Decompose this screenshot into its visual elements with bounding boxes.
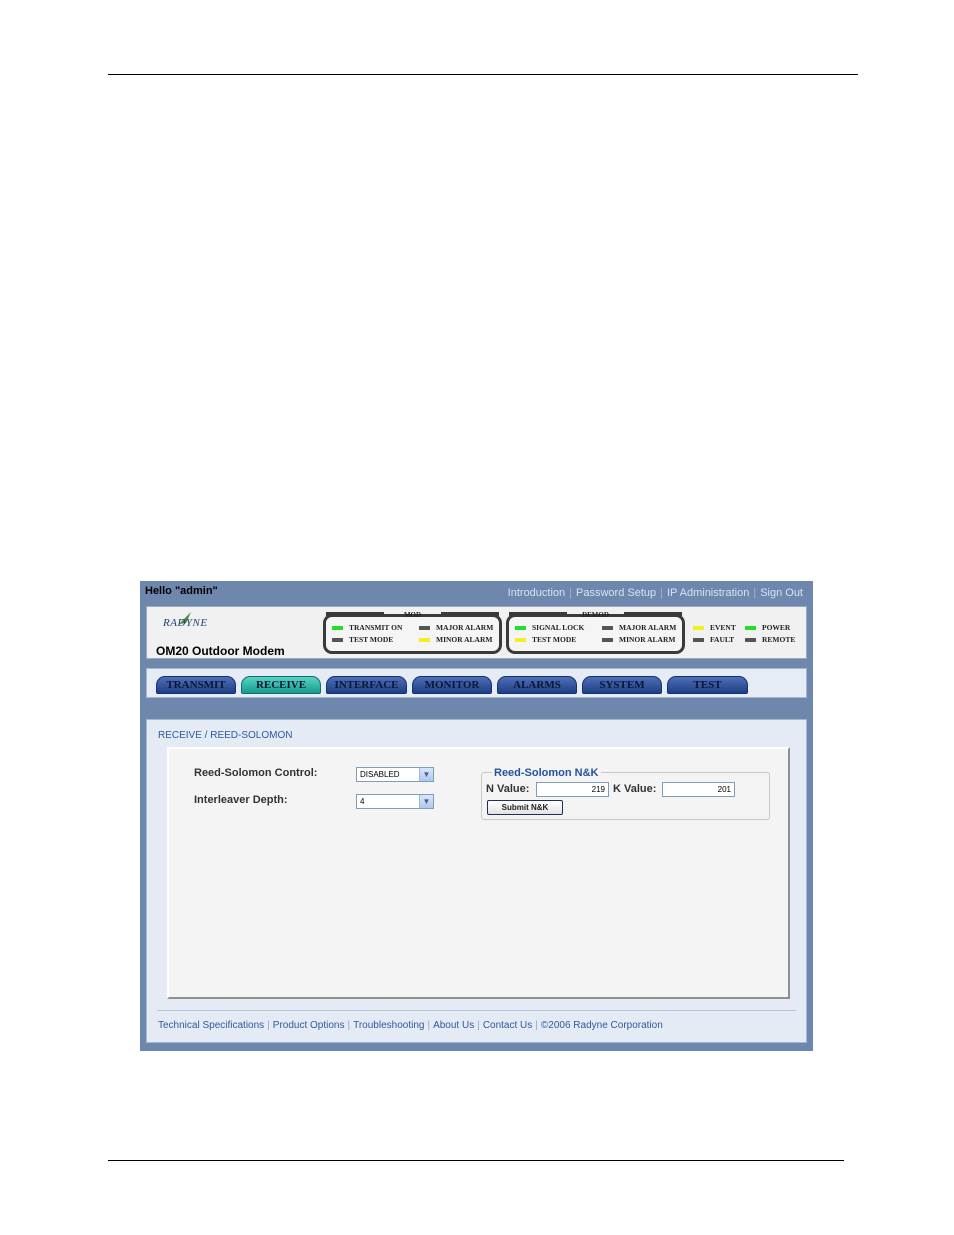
link-introduction[interactable]: Introduction <box>508 587 565 599</box>
tab-system[interactable]: SYSTEM <box>582 676 662 694</box>
led-label: REMOTE <box>762 635 796 644</box>
footer-link-technical-specifications[interactable]: Technical Specifications <box>158 1020 264 1031</box>
k-value-input[interactable]: 201 <box>662 782 735 797</box>
rs-control-value: DISABLED <box>360 770 400 779</box>
link-separator: | <box>267 1020 270 1031</box>
footer-link-about-us[interactable]: About Us <box>433 1020 474 1031</box>
rs-control-label: Reed-Solomon Control: <box>194 767 318 779</box>
footer-links: Technical Specifications | Product Options… <box>158 1020 663 1031</box>
reed-solomon-panel: Reed-Solomon Control: DISABLED ▼ Interle… <box>167 747 790 999</box>
tab-test[interactable]: TEST <box>667 676 748 694</box>
status-header: RADYNE OM20 Outdoor Modem MOD TRANSMIT O… <box>146 606 807 659</box>
breadcrumb: RECEIVE / REED-SOLOMON <box>158 730 293 741</box>
rs-control-select[interactable]: DISABLED ▼ <box>356 767 434 782</box>
greeting: Hello "admin" <box>145 585 218 597</box>
demod-led-group: DEMOD SIGNAL LOCK TEST MODE MAJOR ALARM … <box>506 611 685 654</box>
page-top-rule <box>108 74 858 75</box>
copyright: ©2006 Radyne Corporation <box>540 1020 663 1031</box>
k-value-label: K Value: <box>613 783 657 795</box>
footer-divider <box>157 1010 796 1011</box>
link-separator: | <box>753 587 757 599</box>
interleaver-depth-select[interactable]: 4 ▼ <box>356 794 434 809</box>
content-area: RECEIVE / REED-SOLOMON Reed-Solomon Cont… <box>146 719 807 1043</box>
led-indicator-icon <box>515 638 526 643</box>
led-label: FAULT <box>710 635 735 644</box>
main-nav: TRANSMIT RECEIVE INTERFACE MONITOR ALARM… <box>146 668 807 698</box>
tab-transmit[interactable]: TRANSMIT <box>156 676 236 694</box>
link-sign-out[interactable]: Sign Out <box>760 587 803 599</box>
mod-led-group: MOD TRANSMIT ON TEST MODE MAJOR ALARM MI… <box>323 611 502 654</box>
link-separator: | <box>660 587 663 599</box>
led-label: POWER <box>762 623 791 632</box>
led-demod-minor-alarm: MINOR ALARM <box>602 635 675 644</box>
top-links: Introduction | Password Setup | IP Administr… <box>508 587 803 599</box>
led-fault: FAULT <box>693 635 734 644</box>
led-indicator-icon <box>602 626 613 631</box>
n-value-input[interactable]: 219 <box>536 782 609 797</box>
footer-link-product-options[interactable]: Product Options <box>273 1020 345 1031</box>
footer-link-troubleshooting[interactable]: Troubleshooting <box>353 1020 424 1031</box>
led-indicator-icon <box>745 638 756 643</box>
tab-receive[interactable]: RECEIVE <box>241 676 321 694</box>
page-bottom-rule <box>108 1160 844 1161</box>
led-remote: REMOTE <box>745 635 795 644</box>
led-indicator-icon <box>332 638 343 643</box>
link-separator: | <box>569 587 573 599</box>
brand-logo: RADYNE <box>163 617 208 629</box>
interleaver-depth-label: Interleaver Depth: <box>194 794 288 806</box>
led-label: MAJOR ALARM <box>619 623 677 632</box>
link-ip-administration[interactable]: IP Administration <box>667 587 749 599</box>
tab-monitor[interactable]: MONITOR <box>412 676 492 694</box>
led-mod-minor-alarm: MINOR ALARM <box>419 635 492 644</box>
led-indicator-icon <box>419 626 430 631</box>
led-label: TRANSMIT ON <box>349 623 403 632</box>
tab-alarms[interactable]: ALARMS <box>497 676 577 694</box>
led-label: TEST MODE <box>349 635 394 644</box>
led-label: TEST MODE <box>532 635 577 644</box>
interleaver-depth-value: 4 <box>360 797 365 806</box>
modem-web-ui: Hello "admin" Introduction | Password Setu… <box>140 581 813 1051</box>
led-power: POWER <box>745 623 790 632</box>
led-label: MAJOR ALARM <box>436 623 494 632</box>
model-title: OM20 Outdoor Modem <box>156 644 285 658</box>
led-demod-major-alarm: MAJOR ALARM <box>602 623 676 632</box>
led-label: MINOR ALARM <box>619 635 676 644</box>
rs-nk-title: Reed-Solomon N&K <box>492 767 601 779</box>
tab-interface[interactable]: INTERFACE <box>326 676 407 694</box>
link-separator: | <box>427 1020 431 1031</box>
n-value-label: N Value: <box>486 783 530 795</box>
chevron-down-icon[interactable]: ▼ <box>419 795 433 808</box>
top-bar: Hello "admin" Introduction | Password Setu… <box>140 581 813 605</box>
led-indicator-icon <box>693 626 704 631</box>
mod-caption: MOD <box>403 611 422 619</box>
led-indicator-icon <box>693 638 704 643</box>
led-indicator-icon <box>419 638 430 643</box>
submit-nk-button[interactable]: Submit N&K <box>487 800 563 815</box>
led-indicator-icon <box>332 626 343 631</box>
led-label: SIGNAL LOCK <box>532 623 585 632</box>
rs-nk-group: Reed-Solomon N&K N Value: 219 K Value: 2… <box>481 767 770 820</box>
led-mod-test-mode: TEST MODE <box>332 635 393 644</box>
led-label: MINOR ALARM <box>436 635 493 644</box>
link-password-setup[interactable]: Password Setup <box>576 587 656 599</box>
led-demod-test-mode: TEST MODE <box>515 635 576 644</box>
footer-link-contact-us[interactable]: Contact Us <box>483 1020 532 1031</box>
led-transmit-on: TRANSMIT ON <box>332 623 402 632</box>
led-event: EVENT <box>693 623 736 632</box>
led-label: EVENT <box>710 623 736 632</box>
led-indicator-icon <box>745 626 756 631</box>
led-mod-major-alarm: MAJOR ALARM <box>419 623 493 632</box>
led-signal-lock: SIGNAL LOCK <box>515 623 584 632</box>
link-separator: | <box>347 1020 351 1031</box>
link-separator: | <box>535 1020 538 1031</box>
led-indicator-icon <box>515 626 526 631</box>
chevron-down-icon[interactable]: ▼ <box>419 768 433 781</box>
led-indicator-icon <box>602 638 613 643</box>
demod-caption: DEMOD <box>582 611 609 619</box>
link-separator: | <box>477 1020 480 1031</box>
